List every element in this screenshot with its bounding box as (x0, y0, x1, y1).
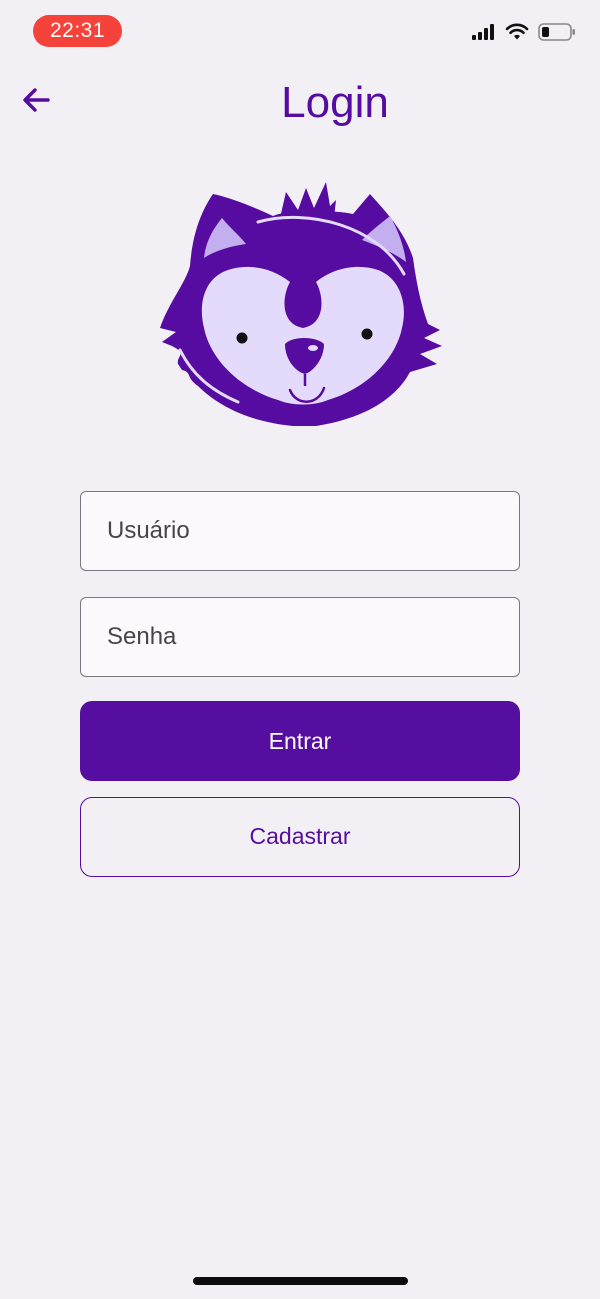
home-indicator (193, 1277, 408, 1285)
app-bar: Login (0, 68, 600, 138)
username-input[interactable] (81, 492, 519, 570)
wifi-icon (505, 23, 529, 46)
password-field[interactable] (80, 597, 520, 677)
login-button[interactable]: Entrar (80, 701, 520, 781)
battery-low-icon (538, 22, 576, 47)
status-time: 22:31 (33, 15, 122, 47)
raccoon-face-logo (158, 178, 448, 432)
page-title: Login (281, 78, 389, 127)
password-input[interactable] (81, 598, 519, 676)
register-button[interactable]: Cadastrar (80, 797, 520, 877)
cellular-signal-icon (472, 23, 496, 45)
status-bar: 22:31 (0, 0, 600, 62)
username-field[interactable] (80, 491, 520, 571)
status-icons (472, 22, 576, 46)
